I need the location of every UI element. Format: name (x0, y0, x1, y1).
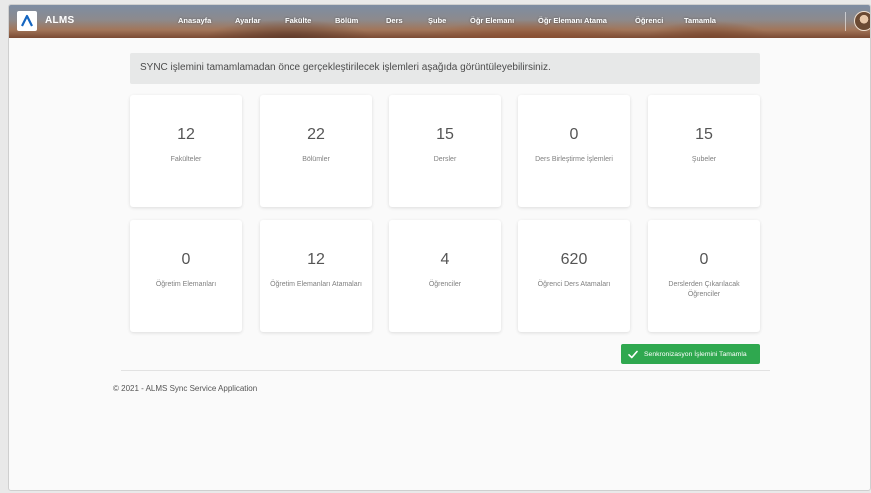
complete-sync-button[interactable]: Senkronizasyon İşlemini Tamamla (621, 344, 760, 364)
app-window: ALMS Anasayfa Ayarlar Fakülte Bölüm Ders… (8, 4, 871, 491)
stat-label: Bölümler (302, 156, 330, 163)
stat-label: Dersler (433, 156, 457, 163)
stat-value: 15 (695, 126, 713, 143)
stat-value: 0 (699, 251, 709, 268)
stat-card-ders-birlestirme: 0 Ders Birleştirme İşlemleri (518, 95, 630, 207)
stat-card-ogrenciler: 4 Öğrenciler (389, 220, 501, 332)
nav-item-ogr-elemani-atama[interactable]: Öğr Elemanı Atama (538, 16, 607, 25)
stat-card-ogretim-elemanlari-atamalari: 12 Öğretim Elemanları Atamaları (260, 220, 372, 332)
stat-label: Şubeler (691, 156, 717, 163)
stat-label: Öğrenciler (428, 281, 462, 288)
user-avatar[interactable] (854, 11, 870, 31)
stat-card-dersler: 15 Dersler (389, 95, 501, 207)
nav-item-bolum[interactable]: Bölüm (335, 16, 358, 25)
top-navbar: ALMS Anasayfa Ayarlar Fakülte Bölüm Ders… (9, 5, 870, 38)
nav-item-sube[interactable]: Şube (428, 16, 446, 25)
nav-item-ogrenci[interactable]: Öğrenci (635, 16, 663, 25)
stat-value: 4 (440, 251, 450, 268)
nav-item-ayarlar[interactable]: Ayarlar (235, 16, 261, 25)
stat-label: Derslerden Çıkarılacak Öğrenciler (668, 281, 740, 298)
stat-value: 0 (181, 251, 191, 268)
stat-value: 0 (569, 126, 579, 143)
stat-card-ogrenci-ders-atamalari: 620 Öğrenci Ders Atamaları (518, 220, 630, 332)
stat-value: 15 (436, 126, 454, 143)
stat-card-bolumler: 22 Bölümler (260, 95, 372, 207)
stat-label: Öğretim Elemanları (155, 281, 217, 288)
footer-copyright: © 2021 - ALMS Sync Service Application (113, 384, 258, 393)
info-banner: SYNC işlemini tamamlamadan önce gerçekle… (130, 53, 760, 84)
nav-divider (845, 12, 846, 31)
stat-value: 12 (307, 251, 325, 268)
nav-item-ders[interactable]: Ders (386, 16, 403, 25)
stat-value: 620 (560, 251, 588, 268)
nav-item-tamamla[interactable]: Tamamla (684, 16, 716, 25)
stat-value: 22 (307, 126, 325, 143)
stat-card-ogretim-elemanlari: 0 Öğretim Elemanları (130, 220, 242, 332)
stat-label: Ders Birleştirme İşlemleri (535, 156, 613, 163)
stat-card-fakulteler: 12 Fakülteler (130, 95, 242, 207)
complete-sync-label: Senkronizasyon İşlemini Tamamla (644, 350, 747, 358)
content-divider (121, 370, 770, 371)
check-icon (628, 350, 638, 358)
stat-value: 12 (177, 126, 195, 143)
stat-label: Fakülteler (170, 156, 202, 163)
nav-item-ogr-elemani[interactable]: Öğr Elemanı (470, 16, 514, 25)
nav-item-anasayfa[interactable]: Anasayfa (178, 16, 211, 25)
stat-card-derslerden-cikarilacak: 0 Derslerden Çıkarılacak Öğrenciler (648, 220, 760, 332)
nav-item-fakulte[interactable]: Fakülte (285, 16, 311, 25)
nav-menu: Anasayfa Ayarlar Fakülte Bölüm Ders Şube… (9, 5, 870, 38)
stat-card-subeler: 15 Şubeler (648, 95, 760, 207)
stat-label: Öğretim Elemanları Atamaları (270, 281, 362, 288)
stat-label: Öğrenci Ders Atamaları (537, 281, 611, 288)
